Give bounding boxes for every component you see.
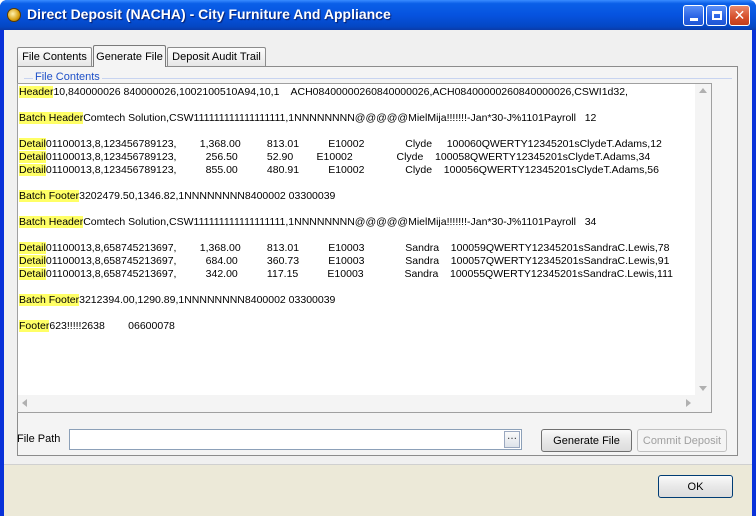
commit-deposit-button[interactable]: Commit Deposit	[637, 429, 727, 452]
record-text: 10,840000026 840000026,1002100510A94,10,…	[53, 86, 628, 98]
record-type-keyword: Footer	[19, 320, 50, 332]
horizontal-scrollbar[interactable]	[18, 395, 695, 412]
file-line: Detail01100013,8,658745213697, 684.00 36…	[19, 255, 695, 268]
scroll-up-icon[interactable]	[699, 88, 707, 93]
record-text: Comtech Solution,CSW111111111111111111,1…	[83, 112, 597, 124]
window-title: Direct Deposit (NACHA) - City Furniture …	[27, 6, 391, 22]
tab-deposit-audit-trail[interactable]: Deposit Audit Trail	[167, 47, 266, 66]
record-type-keyword: Detail	[19, 242, 46, 254]
record-text: 01100013,8,123456789123, 855.00 480.91 E…	[45, 164, 659, 176]
record-text: 3202479.50,1346.82,1NNNNNNNN8400002 0330…	[79, 190, 336, 202]
file-line	[19, 307, 695, 320]
file-line: Detail01100013,8,658745213697, 1,368.00 …	[19, 242, 695, 255]
main-window: Direct Deposit (NACHA) - City Furniture …	[0, 0, 756, 516]
record-type-keyword: Detail	[19, 138, 46, 150]
record-text: 01100013,8,123456789123, 256.50 52.90 E1…	[45, 151, 651, 163]
file-line: Batch Footer3202479.50,1346.82,1NNNNNNNN…	[19, 190, 695, 203]
minimize-icon	[689, 18, 698, 21]
scroll-left-icon[interactable]	[22, 399, 27, 407]
record-text: 3212394.00,1290.89,1NNNNNNNN8400002 0330…	[79, 294, 336, 306]
tab-generate-file[interactable]: Generate File	[93, 45, 166, 67]
scrollbar-corner	[695, 395, 711, 412]
vertical-scrollbar[interactable]	[695, 84, 711, 395]
generate-file-button[interactable]: Generate File	[541, 429, 632, 452]
record-type-keyword: Detail	[19, 151, 46, 163]
content-panel: File Contents Generate File Deposit Audi…	[4, 30, 752, 464]
file-line: Batch HeaderComtech Solution,CSW11111111…	[19, 112, 695, 125]
footer-separator	[4, 464, 752, 465]
title-bar[interactable]: Direct Deposit (NACHA) - City Furniture …	[0, 0, 756, 30]
scroll-down-icon[interactable]	[699, 386, 707, 391]
file-path-input[interactable]	[69, 429, 522, 450]
record-text: 01100013,8,658745213697, 1,368.00 813.01…	[45, 242, 670, 254]
record-type-keyword: Batch Header	[19, 112, 84, 124]
scroll-right-icon[interactable]	[686, 399, 691, 407]
file-line	[19, 203, 695, 216]
file-line: Header10,840000026 840000026,1002100510A…	[19, 86, 695, 99]
file-line	[19, 229, 695, 242]
record-text: 01100013,8,658745213697, 684.00 360.73 E…	[45, 255, 670, 267]
file-line: Batch HeaderComtech Solution,CSW11111111…	[19, 216, 695, 229]
file-line	[19, 281, 695, 294]
file-line: Detail01100013,8,123456789123, 1,368.00 …	[19, 138, 695, 151]
window-client-area: File Contents Generate File Deposit Audi…	[4, 30, 752, 516]
close-icon: ✕	[733, 7, 746, 24]
file-contents-lines: Header10,840000026 840000026,1002100510A…	[19, 86, 695, 333]
group-divider	[24, 78, 732, 79]
record-text: 623!!!!!2638 06600078	[49, 320, 175, 332]
file-line	[19, 177, 695, 190]
close-button[interactable]: ✕	[729, 5, 750, 26]
record-type-keyword: Batch Footer	[19, 190, 80, 202]
file-line: Detail01100013,8,123456789123, 855.00 48…	[19, 164, 695, 177]
record-type-keyword: Detail	[19, 164, 46, 176]
file-line: Detail01100013,8,123456789123, 256.50 52…	[19, 151, 695, 164]
app-icon	[7, 8, 21, 22]
group-label-file-contents: File Contents	[33, 71, 102, 83]
record-type-keyword: Detail	[19, 268, 46, 280]
record-type-keyword: Header	[19, 86, 54, 98]
browse-button[interactable]: …	[504, 431, 520, 448]
file-line	[19, 125, 695, 138]
file-line: Footer623!!!!!2638 06600078	[19, 320, 695, 333]
maximize-button[interactable]	[706, 5, 727, 26]
record-type-keyword: Batch Header	[19, 216, 84, 228]
record-type-keyword: Detail	[19, 255, 46, 267]
ok-button[interactable]: OK	[658, 475, 733, 498]
file-line: Detail01100013,8,658745213697, 342.00 11…	[19, 268, 695, 281]
maximize-icon	[711, 11, 722, 20]
record-text: Comtech Solution,CSW111111111111111111,1…	[83, 216, 597, 228]
record-text: 01100013,8,123456789123, 1,368.00 813.01…	[45, 138, 662, 150]
file-line: Batch Footer3212394.00,1290.89,1NNNNNNNN…	[19, 294, 695, 307]
tab-file-contents[interactable]: File Contents	[17, 47, 92, 66]
minimize-button[interactable]	[683, 5, 704, 26]
file-contents-textarea[interactable]: Header10,840000026 840000026,1002100510A…	[17, 83, 712, 413]
file-path-label: File Path	[17, 433, 61, 445]
record-type-keyword: Batch Footer	[19, 294, 80, 306]
file-line	[19, 99, 695, 112]
record-text: 01100013,8,658745213697, 342.00 117.15 E…	[45, 268, 673, 280]
